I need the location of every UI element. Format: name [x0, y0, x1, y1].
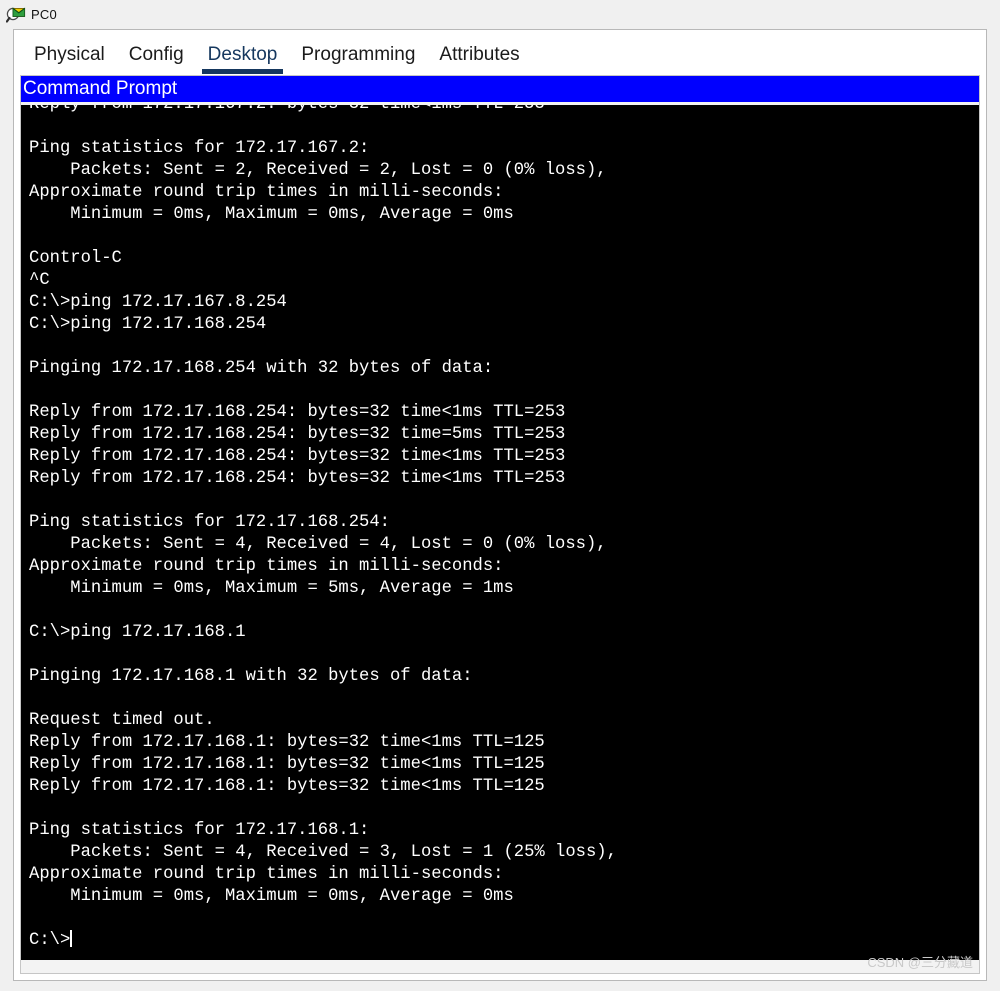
- command-prompt-title-label: Command Prompt: [23, 78, 178, 99]
- text-cursor: [70, 930, 73, 947]
- terminal-line: Approximate round trip times in milli-se…: [29, 865, 504, 884]
- terminal-line: Ping statistics for 172.17.168.254:: [29, 513, 390, 532]
- window-title-label: PC0: [31, 7, 57, 22]
- device-tab-bar: Physical Config Desktop Programming Attr…: [14, 30, 986, 74]
- terminal-line: Control-C: [29, 249, 122, 268]
- terminal-line: Approximate round trip times in milli-se…: [29, 183, 504, 202]
- terminal-line: Reply from 172.17.168.1: bytes=32 time<1…: [29, 777, 545, 796]
- terminal-line: Minimum = 0ms, Maximum = 0ms, Average = …: [29, 205, 514, 224]
- terminal-output-area[interactable]: Reply from 172.17.167.2: bytes=32 time<1…: [21, 105, 979, 960]
- terminal-line: Reply from 172.17.168.254: bytes=32 time…: [29, 447, 566, 466]
- terminal-line: Approximate round trip times in milli-se…: [29, 557, 504, 576]
- terminal-line: Request timed out.: [29, 711, 215, 730]
- tab-desktop[interactable]: Desktop: [196, 43, 290, 74]
- terminal-line: C:\>ping 172.17.168.254: [29, 315, 267, 334]
- packet-tracer-magnifier-icon: [5, 5, 26, 25]
- device-config-panel: Physical Config Desktop Programming Attr…: [13, 29, 987, 981]
- terminal-line: Packets: Sent = 4, Received = 4, Lost = …: [29, 535, 607, 554]
- terminal-line: Packets: Sent = 4, Received = 3, Lost = …: [29, 843, 617, 862]
- terminal-line: Reply from 172.17.167.2: bytes=32 time<1…: [29, 105, 617, 116]
- terminal-line: Reply from 172.17.168.254: bytes=32 time…: [29, 425, 566, 444]
- terminal-line: Packets: Sent = 2, Received = 2, Lost = …: [29, 161, 607, 180]
- terminal-line: Minimum = 0ms, Maximum = 5ms, Average = …: [29, 579, 514, 598]
- tab-config[interactable]: Config: [117, 43, 196, 74]
- terminal-line: C:\>ping 172.17.168.1: [29, 623, 246, 642]
- terminal-line: Reply from 172.17.168.254: bytes=32 time…: [29, 403, 566, 422]
- terminal-line: Reply from 172.17.168.254: bytes=32 time…: [29, 469, 566, 488]
- command-prompt-title-bar: Command Prompt: [21, 76, 979, 102]
- tab-physical[interactable]: Physical: [22, 43, 117, 74]
- terminal-line: Pinging 172.17.168.1 with 32 bytes of da…: [29, 667, 473, 686]
- terminal-line: Pinging 172.17.168.254 with 32 bytes of …: [29, 359, 494, 378]
- tab-programming[interactable]: Programming: [289, 43, 427, 74]
- terminal-line: Reply from 172.17.168.1: bytes=32 time<1…: [29, 733, 545, 752]
- terminal-line: ^C: [29, 271, 50, 290]
- terminal-prompt-line[interactable]: C:\>: [29, 930, 617, 952]
- terminal-line-list: Reply from 172.17.167.2: bytes=32 time<1…: [29, 105, 617, 952]
- terminal-line: Ping statistics for 172.17.167.2:: [29, 139, 370, 158]
- terminal-line: Minimum = 0ms, Maximum = 0ms, Average = …: [29, 887, 514, 906]
- window-titlebar: PC0: [0, 0, 1000, 29]
- terminal-line: Ping statistics for 172.17.168.1:: [29, 821, 370, 840]
- tab-attributes[interactable]: Attributes: [427, 43, 531, 74]
- terminal-line: C:\>ping 172.17.167.8.254: [29, 293, 287, 312]
- desktop-tab-content: Command Prompt Reply from 172.17.167.2: …: [20, 75, 980, 974]
- command-prompt-window: Command Prompt Reply from 172.17.167.2: …: [21, 76, 979, 960]
- terminal-line: Reply from 172.17.168.1: bytes=32 time<1…: [29, 755, 545, 774]
- prompt-text: C:\>: [29, 931, 71, 950]
